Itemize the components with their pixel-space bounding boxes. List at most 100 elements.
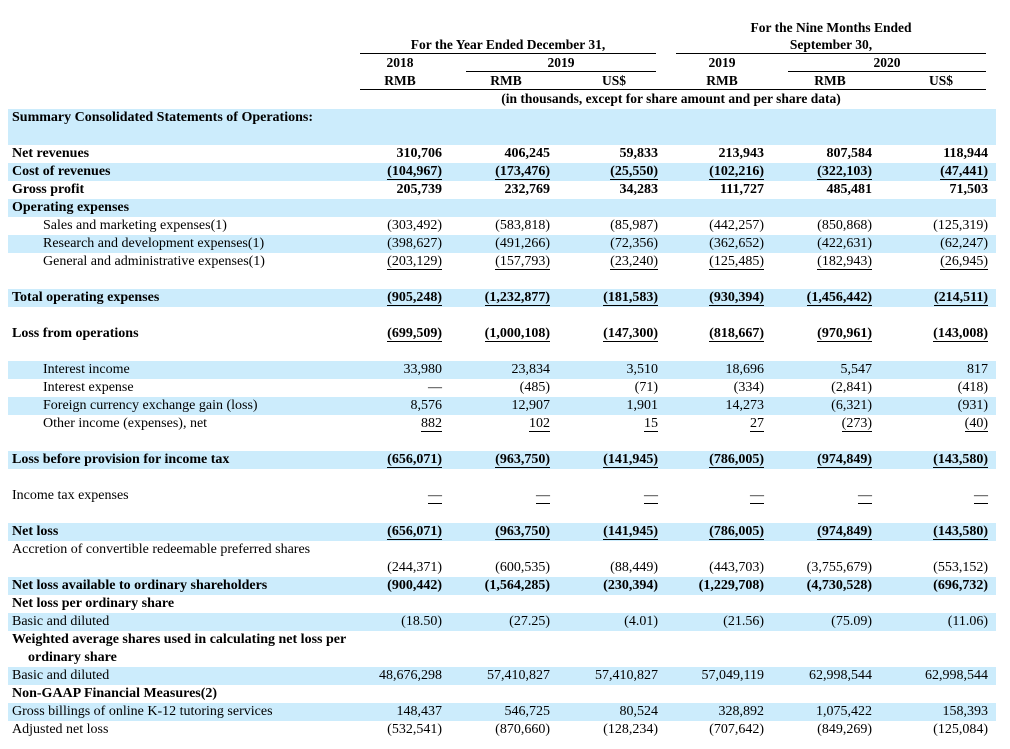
row-value: (71) [634,380,658,395]
row-value: (418) [957,380,988,395]
row-value: (3,755,679) [806,560,872,575]
table-row: Other income (expenses), net 882 102 15 27 (2… [8,415,996,433]
row-value: (553,152) [933,560,988,575]
row-value: (4,730,528) [806,578,872,593]
row-value: (143,008) [933,326,988,342]
row-value: (181,583) [603,290,658,306]
row-label: Net loss per ordinary share [12,596,175,611]
row-value: (25,550) [610,164,658,180]
row-value: (443,703) [709,560,764,575]
table-row: Cost of revenues (104,967) (173,476) (25,55… [8,163,996,181]
table-row: Operating expenses [8,199,996,217]
row-label: Summary Consolidated Statements of Opera… [12,110,313,125]
row-value: (143,580) [933,452,988,468]
row-value: 406,245 [504,146,551,161]
table-row: Research and development expenses(1) (398… [8,235,996,253]
row-label: Weighted average shares used in calculat… [12,632,346,665]
table-row: Interest expense — (485) (71) (334) (2,841) (4… [8,379,996,397]
row-value: 118,944 [943,146,988,161]
header-year-2018: 2018 [386,55,414,70]
row-value: (88,449) [610,560,658,575]
row-value: (930,394) [709,290,764,306]
row-value: (230,394) [603,578,658,593]
row-value: (18.50) [401,614,442,629]
row-value: — [428,380,442,395]
row-label: Income tax expenses [12,488,129,503]
row-value: 328,892 [718,704,765,719]
row-value: (11.06) [947,614,988,629]
row-value: (4.01) [624,614,658,629]
table-row: Adjusted net loss (532,541) (870,660) (128,… [8,721,996,739]
row-value: (1,456,442) [806,290,872,306]
row-label: Gross billings of online K-12 tutoring s… [12,704,273,719]
row-value: (699,509) [387,326,442,342]
row-value: (849,269) [817,722,872,737]
row-value: 5,547 [840,362,873,377]
row-label: Basic and diluted [12,668,110,683]
row-value: (104,967) [387,164,442,180]
table-row: Sales and marketing expenses(1) (303,492)… [8,217,996,235]
row-value: (656,071) [387,524,442,540]
row-value: (141,945) [603,524,658,540]
row-value: 14,273 [725,398,765,413]
row-value: 33,980 [403,362,443,377]
table-row: Basic and diluted 48,676,298 57,410,827 57,… [8,667,996,685]
row-value: (23,240) [610,254,658,270]
row-label: Loss before provision for income tax [12,452,230,467]
row-value: 817 [967,362,988,377]
row-value: 485,481 [826,182,873,197]
row-value: (26,945) [940,254,988,270]
header-currency-5: RMB [814,73,846,88]
table-row: Net loss (656,071) (963,750) (141,945) (786,… [8,523,996,541]
row-value: 80,524 [619,704,659,719]
row-value: (963,750) [495,524,550,540]
table-row: Interest income 33,980 23,834 3,510 18,696 5,… [8,361,996,379]
row-value: (491,266) [495,236,550,251]
row-value: 213,943 [718,146,765,161]
row-value: (47,441) [940,164,988,180]
row-value: (6,321) [831,398,872,413]
table-row: Summary Consolidated Statements of Opera… [8,109,996,145]
row-value: (974,849) [817,452,872,468]
row-value: (143,580) [933,524,988,540]
header-currency-4: RMB [706,73,738,88]
header-units-note: (in thousands, except for share amount a… [501,91,841,106]
row-value: — [974,488,988,504]
row-label: Other income (expenses), net [43,416,208,431]
row-value: (244,371) [387,560,442,575]
header-nine-months-line1: For the Nine Months Ended [750,20,912,35]
row-value: 3,510 [626,362,659,377]
table-row: Gross profit 205,739 232,769 34,283 111,727 4… [8,181,996,199]
row-value: (21.56) [723,614,764,629]
row-value: (707,642) [709,722,764,737]
row-value: (1,232,877) [484,290,550,306]
header-currency-1: RMB [384,73,416,88]
row-value: (128,234) [603,722,658,737]
table-row: Accretion of convertible redeemable pref… [8,541,996,577]
row-value: (870,660) [495,722,550,737]
row-value: (818,667) [709,326,764,342]
row-value: (532,541) [387,722,442,737]
row-label: Operating expenses [12,200,130,215]
header-nine-months-line2: September 30, [789,37,873,52]
header-year-underline [360,53,656,54]
row-label: Adjusted net loss [12,722,109,737]
row-value: (85,987) [610,218,658,233]
header-currency-6: US$ [928,73,953,88]
row-value: (62,247) [940,236,988,251]
row-value: (1,564,285) [484,578,550,593]
row-value: (362,652) [709,236,764,251]
row-value: 111,727 [720,182,764,197]
row-value: (157,793) [495,254,550,270]
row-value: (203,129) [387,254,442,270]
row-label: Cost of revenues [12,164,111,179]
row-label: Total operating expenses [12,290,160,305]
row-value: 148,437 [396,704,443,719]
row-value: 48,676,298 [379,668,442,683]
row-value: 15 [644,416,658,432]
row-label: Interest income [43,362,130,377]
table-row: Income tax expenses — — — — — — [8,487,996,505]
row-value: (322,103) [817,164,872,180]
row-value: 158,393 [942,704,989,719]
table-row: Total operating expenses (905,248) (1,232,… [8,289,996,307]
